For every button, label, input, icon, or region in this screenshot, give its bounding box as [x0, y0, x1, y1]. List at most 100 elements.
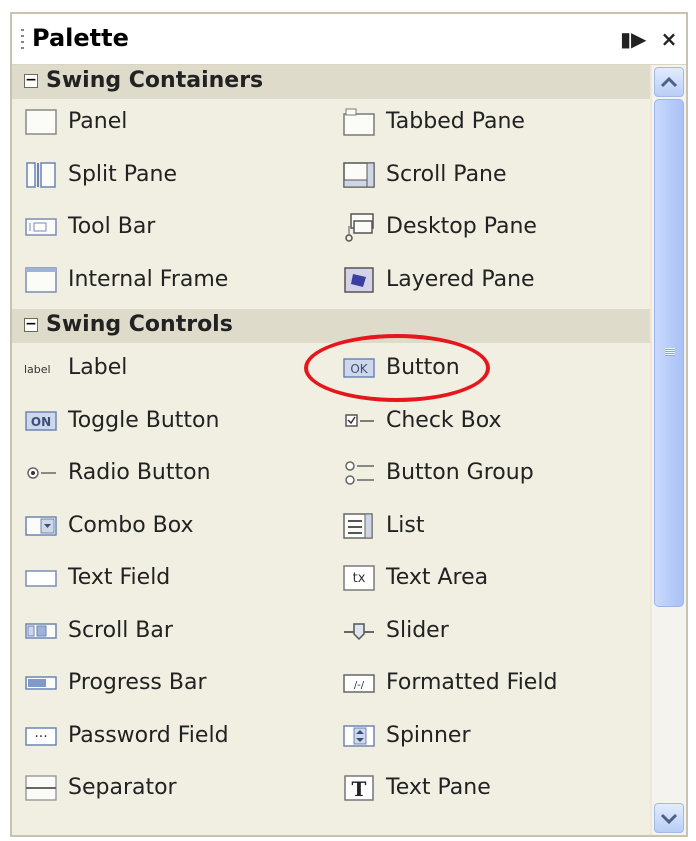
palette-item-scroll-bar[interactable]: Scroll Bar: [24, 608, 324, 654]
palette-item-text-pane[interactable]: T Text Pane: [342, 765, 642, 811]
layered-pane-icon: [342, 265, 376, 295]
scroll-down-button[interactable]: [654, 803, 684, 833]
internal-frame-icon: [24, 265, 58, 295]
password-field-icon: ···: [24, 721, 58, 751]
category-label: Swing Controls: [46, 312, 233, 337]
palette-item-label: Spinner: [386, 722, 471, 748]
palette-item-label: Text Pane: [386, 775, 491, 800]
palette-item-scroll-pane[interactable]: Scroll Pane: [342, 152, 642, 198]
chevron-down-icon: [660, 813, 678, 825]
palette-content: − Swing Containers Panel Tabbed Pane Split…: [12, 65, 650, 835]
tabbed-pane-icon: [342, 107, 376, 137]
svg-text:T: T: [352, 777, 367, 801]
palette-item-formatted-field[interactable]: /-/ Formatted Field: [342, 660, 642, 706]
collapse-icon[interactable]: −: [24, 317, 38, 332]
spinner-icon: [342, 721, 376, 751]
palette-item-tabbed-pane[interactable]: Tabbed Pane: [342, 99, 642, 145]
palette-item-slider[interactable]: Slider: [342, 608, 642, 654]
palette-item-internal-frame[interactable]: Internal Frame: [24, 257, 324, 303]
list-icon: [342, 511, 376, 541]
palette-item-label: Separator: [68, 775, 177, 800]
palette-item-label: Internal Frame: [68, 266, 229, 292]
palette-item-label[interactable]: label Label: [24, 345, 324, 391]
palette-item-label: Desktop Pane: [386, 214, 537, 239]
palette-item-label: Button Group: [386, 460, 534, 485]
palette-item-label: Panel: [68, 109, 128, 134]
progress-bar-icon: [24, 668, 58, 698]
palette-item-progress-bar[interactable]: Progress Bar: [24, 660, 324, 706]
scroll-pane-icon: [342, 160, 376, 190]
split-pane-icon: [24, 160, 58, 190]
palette-item-layered-pane[interactable]: Layered Pane: [342, 257, 642, 303]
palette-item-label: Text Area: [386, 565, 489, 590]
tool-bar-icon: [24, 212, 58, 242]
button-icon: OK: [342, 353, 376, 383]
palette-item-label: Radio Button: [68, 460, 211, 485]
svg-text:OK: OK: [350, 362, 368, 376]
category-label: Swing Containers: [46, 68, 264, 93]
palette-item-label: Scroll Bar: [68, 617, 173, 643]
category-swing-controls[interactable]: − Swing Controls: [12, 309, 650, 343]
palette-item-label: Slider: [386, 617, 449, 643]
palette-item-label: Formatted Field: [386, 670, 558, 695]
palette-item-spinner[interactable]: Spinner: [342, 713, 642, 759]
toggle-button-icon: ON: [24, 406, 58, 436]
panel-icon: [24, 107, 58, 137]
palette-item-tool-bar[interactable]: Tool Bar: [24, 204, 324, 250]
palette-item-toggle-button[interactable]: ON Toggle Button: [24, 398, 324, 444]
palette-item-panel[interactable]: Panel: [24, 99, 324, 145]
palette-item-password-field[interactable]: ··· Password Field: [24, 713, 324, 759]
desktop-pane-icon: [342, 212, 376, 242]
category-swing-containers[interactable]: − Swing Containers: [12, 65, 650, 99]
palette-item-label: List: [386, 512, 425, 538]
palette-title-bar: Palette ▮▶ ×: [12, 14, 686, 65]
palette-item-split-pane[interactable]: Split Pane: [24, 152, 324, 198]
close-button[interactable]: ×: [656, 26, 682, 52]
palette-item-label: Layered Pane: [386, 266, 535, 292]
palette-item-button[interactable]: OK Button: [342, 345, 642, 391]
svg-text:···: ···: [34, 729, 47, 745]
palette-item-desktop-pane[interactable]: Desktop Pane: [342, 204, 642, 250]
thumb-grip-icon: [665, 348, 675, 356]
combo-box-icon: [24, 511, 58, 541]
vertical-scrollbar[interactable]: [652, 65, 686, 835]
radio-button-icon: [24, 458, 58, 488]
scroll-bar-icon: [24, 616, 58, 646]
palette-item-separator[interactable]: Separator: [24, 765, 324, 811]
chevron-up-icon: [660, 76, 678, 88]
svg-text:label: label: [24, 363, 51, 376]
dock-button[interactable]: ▮▶: [620, 26, 646, 52]
palette-item-label: Text Field: [68, 565, 171, 590]
palette-item-label: Combo Box: [68, 512, 194, 538]
palette-item-text-field[interactable]: Text Field: [24, 555, 324, 601]
separator-icon: [24, 773, 58, 803]
formatted-field-icon: /-/: [342, 668, 376, 698]
text-area-icon: tx: [342, 563, 376, 593]
palette-item-radio-button[interactable]: Radio Button: [24, 450, 324, 496]
palette-item-label: Toggle Button: [68, 407, 220, 433]
svg-text:ON: ON: [31, 415, 51, 429]
palette-item-combo-box[interactable]: Combo Box: [24, 503, 324, 549]
palette-item-label: Label: [68, 355, 128, 380]
palette-item-label: Progress Bar: [68, 670, 207, 695]
palette-window: Palette ▮▶ × − Swing Containers Panel Tab…: [10, 12, 688, 837]
svg-text:tx: tx: [353, 571, 366, 586]
scroll-up-button[interactable]: [654, 67, 684, 97]
palette-item-label: Tabbed Pane: [386, 109, 525, 134]
palette-item-button-group[interactable]: Button Group: [342, 450, 642, 496]
collapse-icon[interactable]: −: [24, 73, 38, 88]
palette-item-label: Tool Bar: [68, 214, 156, 239]
text-field-icon: [24, 563, 58, 593]
palette-item-check-box[interactable]: Check Box: [342, 398, 642, 444]
drag-grip-icon[interactable]: [21, 29, 24, 51]
slider-icon: [342, 616, 376, 646]
palette-item-label: Split Pane: [68, 161, 178, 187]
palette-item-label: Password Field: [68, 722, 229, 748]
svg-text:/-/: /-/: [354, 680, 365, 691]
label-icon: label: [24, 353, 58, 383]
scroll-thumb[interactable]: [654, 99, 684, 607]
palette-item-text-area[interactable]: tx Text Area: [342, 555, 642, 601]
palette-item-label: Button: [386, 355, 460, 380]
button-group-icon: [342, 458, 376, 488]
palette-item-list[interactable]: List: [342, 503, 642, 549]
